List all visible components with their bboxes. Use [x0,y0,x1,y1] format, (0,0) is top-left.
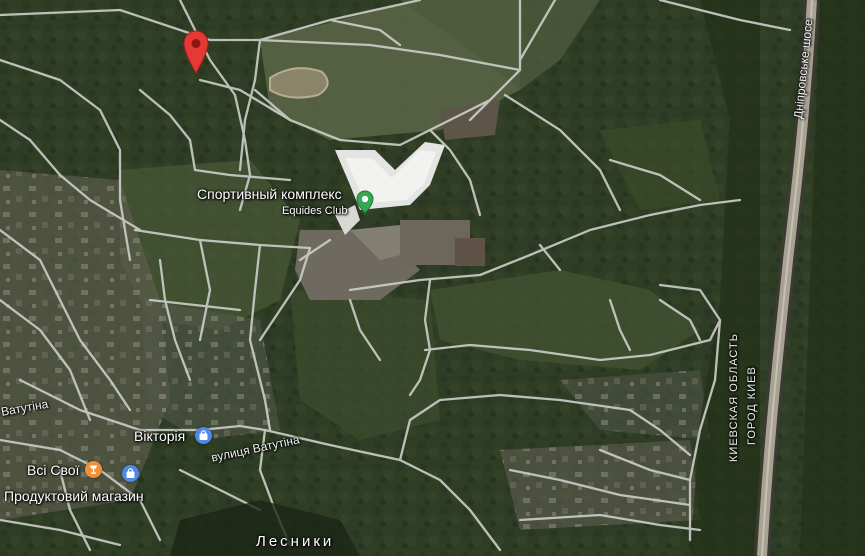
poi-label-viktoriya[interactable]: Вікторія [134,428,185,444]
region-label-kyiv-city: ГОРОД КИЕВ [746,366,758,445]
location-pin-icon[interactable] [183,30,209,79]
shopping-bag-icon[interactable] [122,465,139,482]
poi-label-grocery-store[interactable]: Продуктовий магазин [4,488,144,504]
sport-pin-icon[interactable] [356,190,374,219]
poi-label-sport-complex[interactable]: Спортивный комплекс [197,186,342,202]
poi-sublabel-sport-complex[interactable]: Equides Club [282,205,347,217]
poi-label-vsi-svoi[interactable]: Всі Свої [27,462,79,478]
shopping-bag-icon[interactable] [195,427,212,444]
region-label-kyiv-oblast: КИЕВСКАЯ ОБЛАСТЬ [728,333,740,462]
district-label-lesnyky: Лесники [256,533,335,550]
food-icon[interactable] [85,461,102,478]
satellite-map[interactable]: Спортивный комплекс Equides Club Вікторі… [0,0,865,556]
